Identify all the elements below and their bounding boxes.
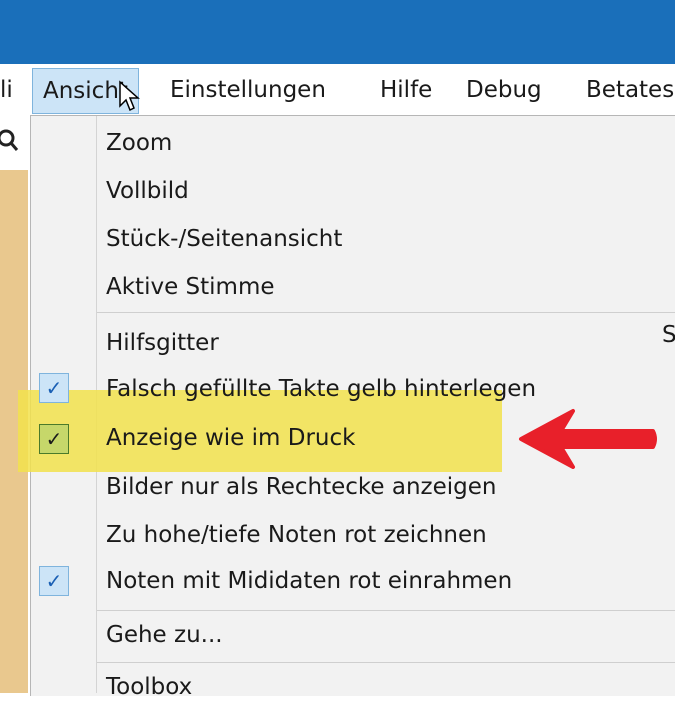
menu-hilfe[interactable]: Hilfe — [380, 68, 432, 112]
menu-debug[interactable]: Debug — [466, 68, 542, 112]
menu-entry-zoom[interactable]: Zoom — [106, 120, 172, 166]
menu-entry-bilder-rechtecke[interactable]: Bilder nur als Rechtecke anzeigen — [106, 464, 496, 510]
shortcut-hint: S — [662, 322, 675, 348]
menu-entry-vollbild[interactable]: Vollbild — [106, 168, 189, 214]
magnifier-icon[interactable] — [0, 124, 28, 164]
menu-separator — [97, 610, 675, 611]
check-icon: ✓ — [39, 373, 69, 403]
menu-entry-aktive-stimme[interactable]: Aktive Stimme — [106, 264, 275, 310]
menu-separator — [97, 312, 675, 313]
check-icon: ✓ — [39, 566, 69, 596]
mouse-cursor-icon — [118, 80, 140, 116]
menu-separator — [97, 662, 675, 663]
menu-entry-seitenansicht[interactable]: Stück-/Seitenansicht — [106, 216, 342, 262]
menu-entry-gehe-zu[interactable]: Gehe zu... — [106, 612, 223, 658]
menu-einstellungen[interactable]: Einstellungen — [170, 68, 326, 112]
menu-entry-mididaten[interactable]: Noten mit Mididaten rot einrahmen — [106, 558, 512, 604]
title-bar — [0, 0, 675, 64]
menu-betatest[interactable]: Betates — [586, 68, 674, 112]
menu-entry-hilfsgitter[interactable]: Hilfsgitter — [106, 320, 219, 366]
menu-item-partial[interactable]: li — [0, 68, 13, 112]
menu-entry-noten-rot[interactable]: Zu hohe/tiefe Noten rot zeichnen — [106, 512, 487, 558]
check-icon: ✓ — [39, 424, 69, 454]
menu-entry-anzeige-wie-im-druck[interactable]: Anzeige wie im Druck — [106, 415, 355, 461]
menu-entry-falsch-gefuellte-takte[interactable]: Falsch gefüllte Takte gelb hinterlegen — [106, 366, 536, 412]
red-arrow-annotation — [515, 405, 660, 479]
menu-entry-toolbox[interactable]: Toolbox — [106, 664, 192, 710]
